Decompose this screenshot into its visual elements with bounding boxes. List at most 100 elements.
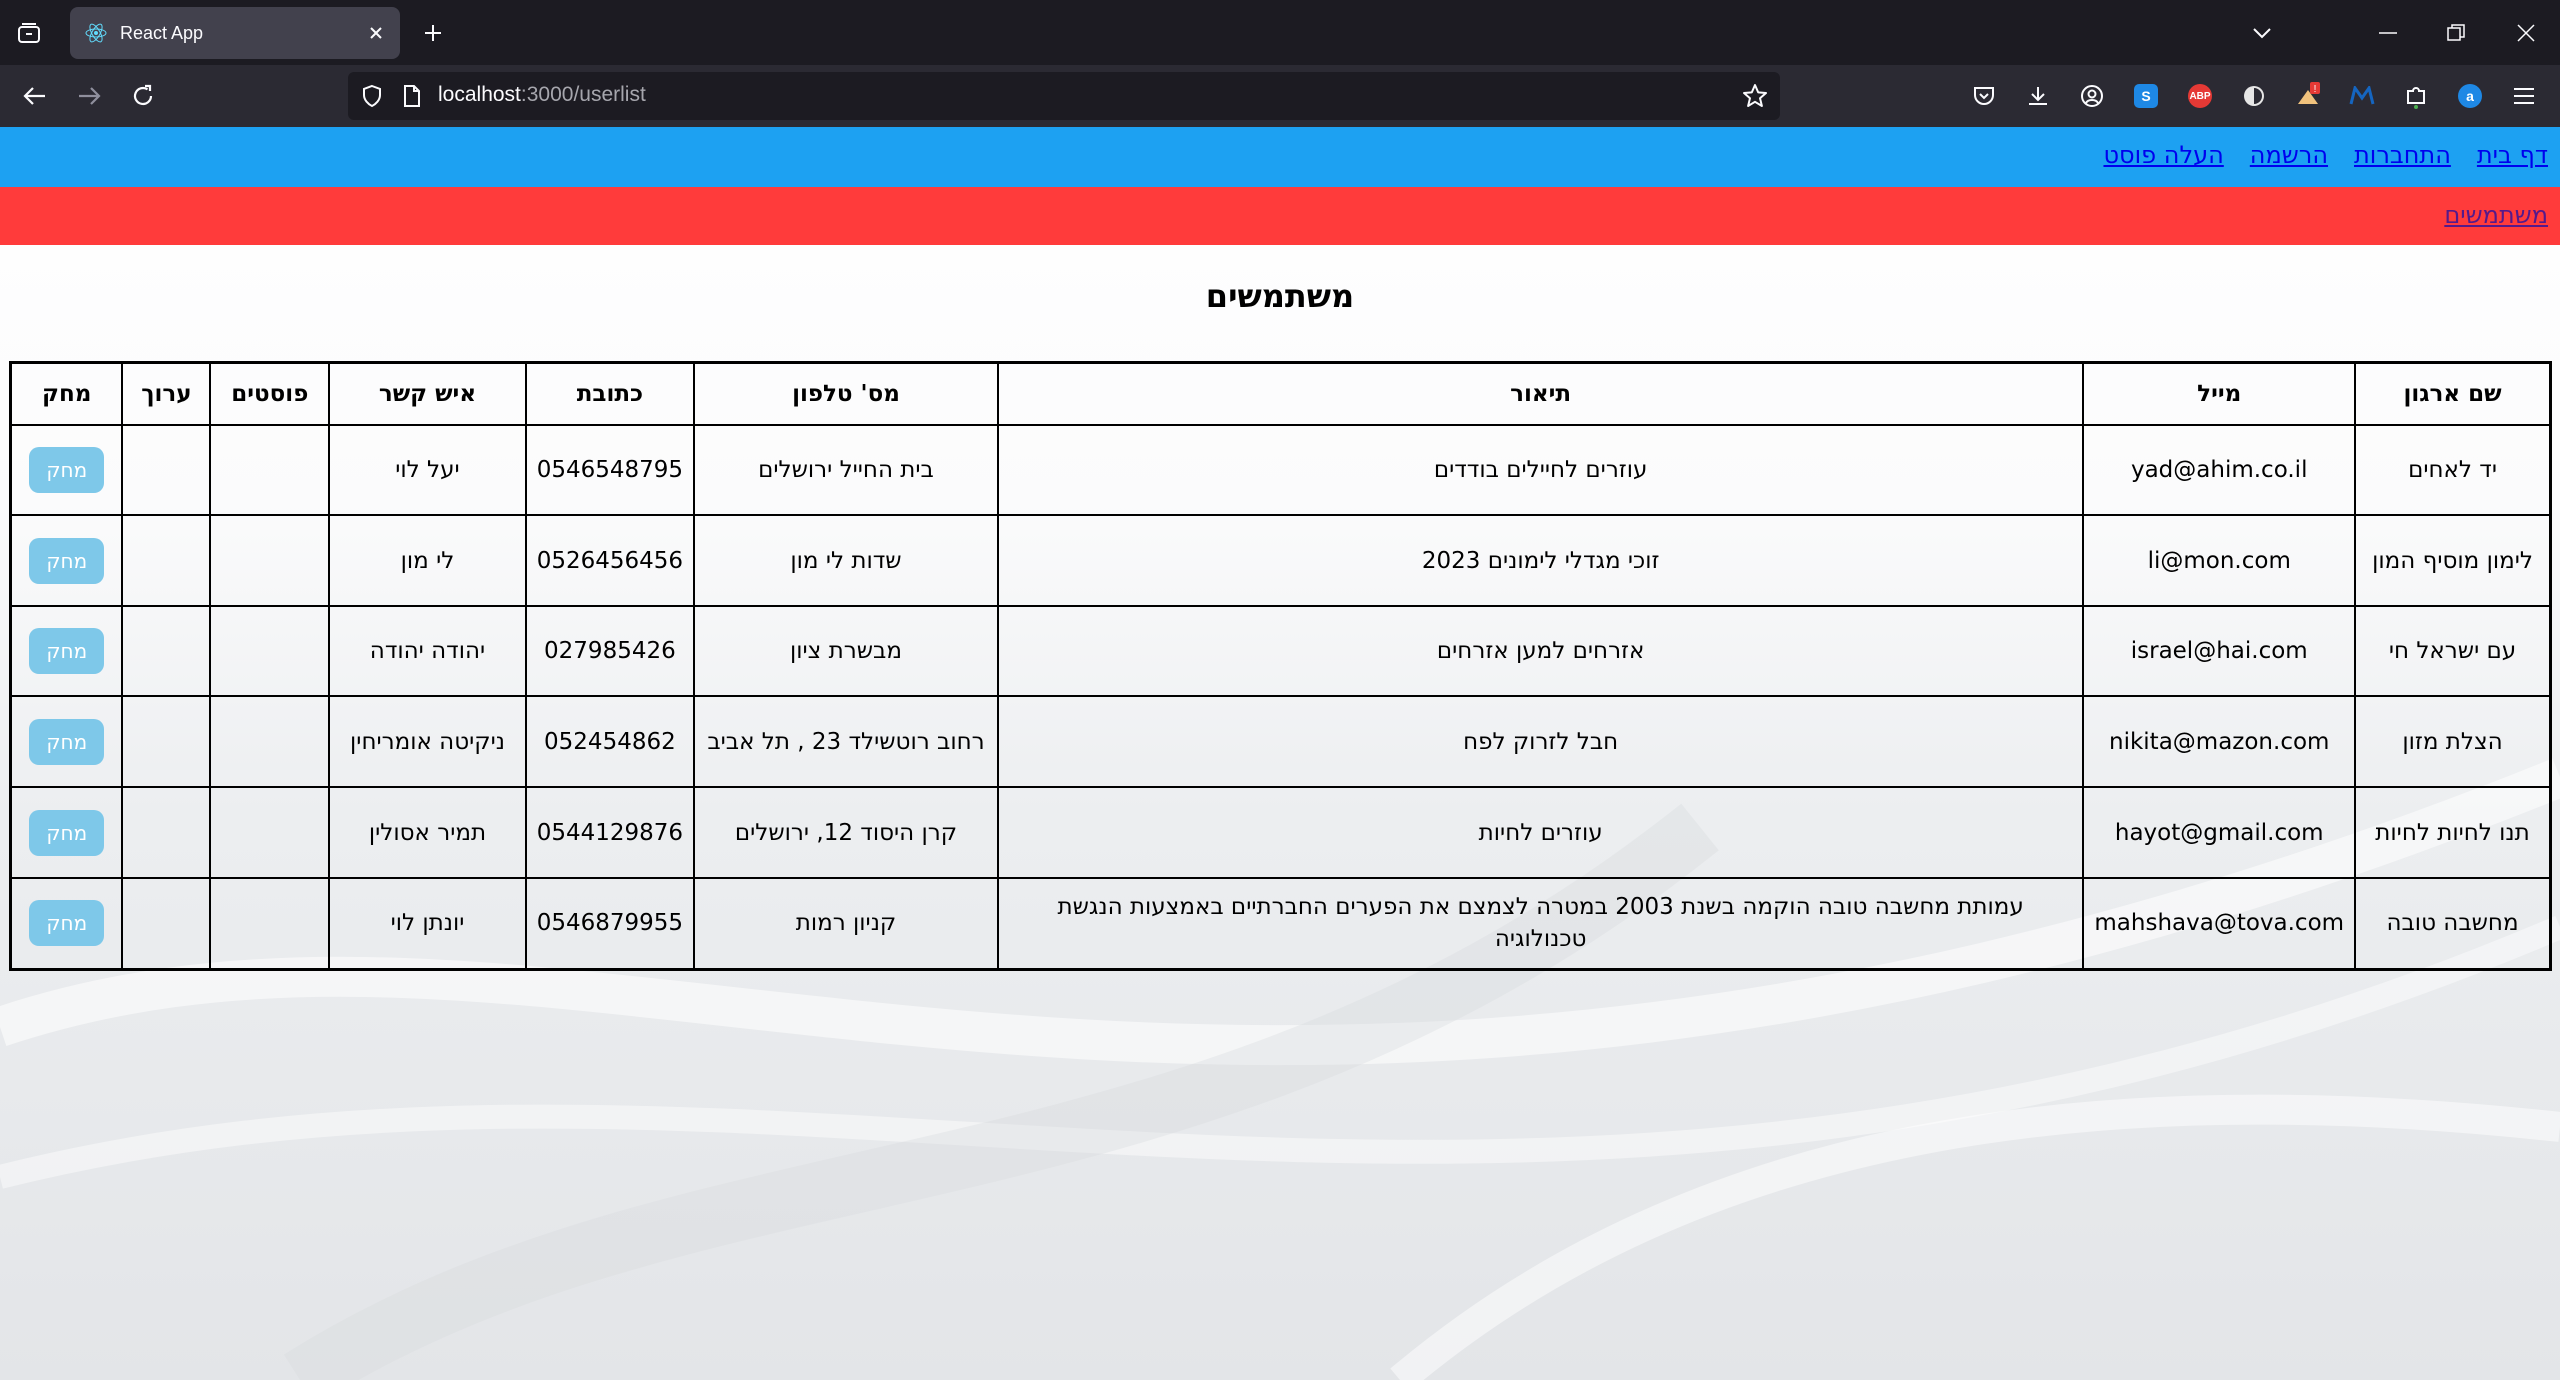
cell-posts — [209, 695, 331, 788]
browser-toolbar: localhost:3000/userlist S ABP ! a — [0, 65, 2560, 127]
close-tab-icon[interactable] — [362, 19, 390, 47]
url-path: :3000/userlist — [520, 83, 646, 106]
delete-button[interactable]: מחק — [29, 447, 105, 493]
table-row: מחשבה טובה mahshava@tova.com עמותת מחשבה… — [9, 877, 2552, 970]
users-table: שם ארגון מייל תיאור מס' טלפון כתובת איש … — [9, 361, 2552, 971]
page-info-icon[interactable] — [400, 84, 424, 108]
delete-button[interactable]: מחק — [29, 537, 105, 584]
table-row: תנו לחיות לחיות hayot@gmail.com עוזרים ל… — [9, 786, 2552, 879]
hamburger-menu-icon[interactable] — [2508, 80, 2540, 112]
cell-description: עמותת מחשבה טובה הוקמה בשנת 2003 במטרה ל… — [996, 877, 2085, 970]
adblock-plus-icon[interactable]: ABP — [2184, 80, 2216, 112]
delete-button[interactable]: מחק — [29, 628, 105, 674]
cell-delete: מחק — [9, 514, 124, 607]
minimize-icon[interactable] — [2368, 14, 2408, 52]
cell-delete: מחק — [9, 605, 124, 697]
cell-edit — [121, 877, 212, 970]
cell-posts — [209, 424, 331, 516]
react-icon — [84, 21, 108, 45]
header-delete: מחק — [9, 361, 124, 426]
url-text: localhost:3000/userlist — [438, 83, 646, 107]
nav-link-login[interactable]: התחברות — [2354, 141, 2451, 169]
download-icon[interactable] — [2022, 80, 2054, 112]
cell-contact-person: יעל לוי — [328, 424, 527, 516]
cell-address: קניון רמות — [693, 877, 999, 970]
cell-description: זוכי מגדלי לימונים 2023 — [996, 514, 2085, 607]
cell-edit — [121, 695, 212, 788]
cell-edit — [121, 424, 212, 516]
cell-address: בית החייל ירושלים — [693, 424, 999, 516]
cell-contact-person: ניקיטה אומריחין — [328, 695, 527, 788]
cell-posts — [209, 877, 331, 970]
skype-extension-icon[interactable]: S — [2130, 80, 2162, 112]
back-arrow-icon[interactable] — [18, 79, 52, 113]
forward-arrow-icon[interactable] — [72, 79, 106, 113]
extensions-puzzle-icon[interactable] — [2400, 80, 2432, 112]
header-contact-person: איש קשר — [328, 361, 527, 426]
nav-link-home[interactable]: דף בית — [2477, 141, 2548, 169]
pocket-icon[interactable] — [1968, 80, 2000, 112]
cell-email: nikita@mazon.com — [2082, 695, 2357, 788]
bookmark-star-icon[interactable] — [1742, 83, 1768, 109]
cell-description: עוזרים לחיילים בודדים — [996, 424, 2085, 516]
tracking-shield-icon[interactable] — [360, 84, 384, 108]
address-bar[interactable]: localhost:3000/userlist — [348, 72, 1780, 120]
header-email: מייל — [2082, 361, 2357, 426]
cell-delete: מחק — [9, 695, 124, 788]
delete-button[interactable]: מחק — [29, 809, 105, 856]
cell-address: קרן היסוד 12, ירושלים — [693, 786, 999, 879]
header-org-name: שם ארגון — [2354, 361, 2552, 426]
cell-address: מבשרת ציון — [693, 605, 999, 697]
cell-phone: 052454862 — [524, 695, 696, 788]
extension-alert-icon[interactable]: ! — [2292, 80, 2324, 112]
new-tab-icon[interactable] — [418, 18, 448, 48]
cell-delete: מחק — [9, 877, 124, 970]
page-viewport: דף בית התחברות הרשמה העלה פוסט משתמשים מ… — [0, 127, 2560, 1380]
tab-title: React App — [120, 22, 204, 43]
nav-link-upload-post[interactable]: העלה פוסט — [2103, 141, 2223, 169]
tab-overflow-chevron-icon[interactable] — [2242, 14, 2282, 52]
header-description: תיאור — [996, 361, 2085, 426]
cell-email: hayot@gmail.com — [2082, 786, 2357, 879]
secondary-navigation: משתמשים — [0, 187, 2560, 245]
svg-text:!: ! — [2314, 84, 2317, 95]
account-icon[interactable] — [2076, 80, 2108, 112]
nav-link-register[interactable]: הרשמה — [2250, 141, 2328, 169]
top-nav-links: דף בית התחברות הרשמה העלה פוסט — [2103, 141, 2548, 169]
delete-button[interactable]: מחק — [29, 900, 105, 947]
cell-email: mahshava@tova.com — [2082, 877, 2357, 970]
header-edit: ערוך — [121, 361, 212, 426]
cell-phone: 0546548795 — [524, 424, 696, 516]
cell-address: שדות לי מון — [693, 514, 999, 607]
browser-tab[interactable]: React App — [70, 7, 400, 59]
tab-list-icon[interactable] — [14, 18, 44, 48]
cell-address: רחוב רוטשילד 23 , תל אביב — [693, 695, 999, 788]
cell-posts — [209, 605, 331, 697]
cell-org-name: הצלת מזון — [2354, 695, 2552, 788]
cell-email: yad@ahim.co.il — [2082, 424, 2357, 516]
profile-a-icon[interactable]: a — [2454, 80, 2486, 112]
cell-org-name: עם ישראל חי — [2354, 605, 2552, 697]
table-row: עם ישראל חי israel@hai.com אזרחים למען א… — [9, 605, 2552, 697]
delete-button[interactable]: מחק — [29, 718, 105, 765]
cell-posts — [209, 514, 331, 607]
nav-link-users[interactable]: משתמשים — [2444, 201, 2548, 229]
close-window-icon[interactable] — [2506, 14, 2546, 52]
cell-edit — [121, 605, 212, 697]
cell-description: חבל לזרוק לפח — [996, 695, 2085, 788]
cell-delete: מחק — [9, 786, 124, 879]
reload-icon[interactable] — [126, 79, 160, 113]
cell-contact-person: יהודה יהודה — [328, 605, 527, 697]
restore-icon[interactable] — [2436, 14, 2476, 52]
header-address: כתובת — [524, 361, 696, 426]
table-header-row: שם ארגון מייל תיאור מס' טלפון כתובת איש … — [9, 361, 2552, 426]
cell-org-name: לימון מוסיף המון — [2354, 514, 2552, 607]
cell-edit — [121, 786, 212, 879]
browser-tab-bar: React App — [0, 0, 2560, 65]
cell-contact-person: יונתן לוי — [328, 877, 527, 970]
privacy-extension-icon[interactable] — [2238, 80, 2270, 112]
table-row: יד לאחים yad@ahim.co.il עוזרים לחיילים ב… — [9, 424, 2552, 516]
mailvelope-icon[interactable] — [2346, 80, 2378, 112]
cell-description: אזרחים למען אזרחים — [996, 605, 2085, 697]
cell-contact-person: לי מון — [328, 514, 527, 607]
